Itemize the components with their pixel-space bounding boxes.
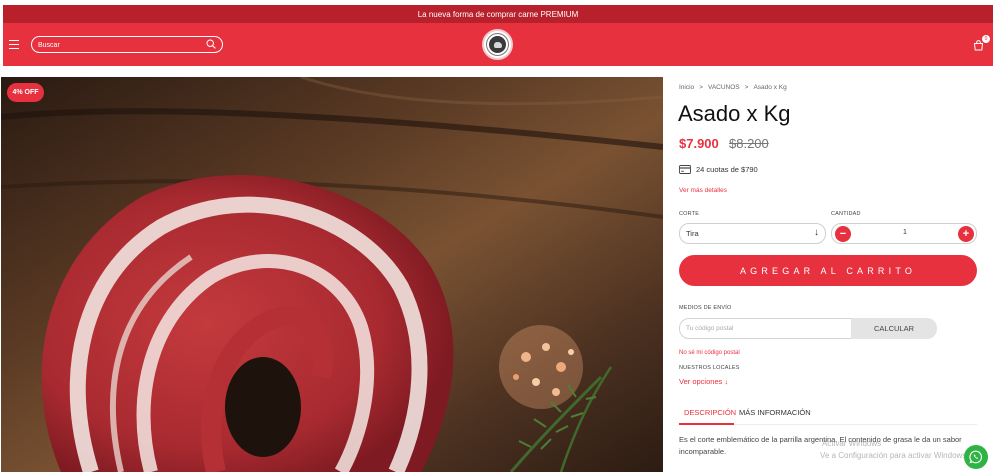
- breadcrumb: Inicio > VACUNOS > Asado x Kg: [679, 84, 787, 91]
- quantity-label: CANTIDAD: [831, 211, 861, 217]
- tab-more-info[interactable]: MÁS INFORMACIÓN: [739, 408, 811, 417]
- breadcrumb-home[interactable]: Inicio: [679, 84, 694, 91]
- site-header: 0: [3, 23, 993, 66]
- search-icon[interactable]: [206, 39, 216, 49]
- credit-card-icon: [679, 165, 691, 174]
- store-logo[interactable]: [482, 29, 513, 60]
- installments-text: 24 cuotas de $790: [696, 165, 758, 174]
- watermark-line-1: Activar Windows: [822, 439, 882, 448]
- product-price: $7.900: [679, 136, 719, 151]
- details-link[interactable]: Ver más detalles: [679, 187, 727, 194]
- whatsapp-icon: [969, 450, 982, 464]
- product-title: Asado x Kg: [678, 101, 791, 126]
- cut-select-value: Tira: [686, 229, 699, 238]
- view-options-link[interactable]: Ver opciones ↓: [679, 377, 728, 386]
- calculate-shipping-button[interactable]: CALCULAR: [851, 318, 937, 339]
- quantity-value[interactable]: 1: [892, 229, 918, 236]
- watermark-line-2: Ve a Configuración para activar Windows.: [820, 451, 969, 460]
- increase-quantity-button[interactable]: +: [958, 226, 974, 242]
- product-old-price: $8.200: [729, 136, 769, 151]
- no-postal-code-link[interactable]: No sé mi código postal: [679, 350, 740, 356]
- shipping-label: MEDIOS DE ENVÍO: [679, 305, 732, 311]
- discount-badge: 4% OFF: [7, 83, 44, 102]
- product-photo-illustration: [1, 77, 663, 472]
- search-input[interactable]: [38, 39, 198, 51]
- product-image[interactable]: [1, 77, 663, 472]
- product-tabs: DESCRIPCIÓN MÁS INFORMACIÓN: [679, 401, 977, 425]
- breadcrumb-category[interactable]: VACUNOS: [708, 84, 740, 91]
- tab-description[interactable]: DESCRIPCIÓN: [684, 408, 736, 417]
- stores-label: NUESTROS LOCALES: [679, 365, 740, 371]
- breadcrumb-current: Asado x Kg: [753, 84, 787, 91]
- arrow-down-icon: ↓: [814, 227, 819, 238]
- announcement-bar: La nueva forma de comprar carne PREMIUM: [3, 5, 993, 23]
- add-to-cart-button[interactable]: AGREGAR AL CARRITO: [679, 255, 977, 286]
- installments-info: 24 cuotas de $790: [679, 165, 758, 174]
- postal-code-input[interactable]: Tu código postal: [679, 318, 853, 339]
- search-box[interactable]: [31, 36, 223, 53]
- windows-activation-watermark: Activar Windows Ve a Configuración para …: [820, 438, 969, 462]
- active-tab-indicator: [679, 423, 734, 425]
- cart-count-badge: 0: [982, 35, 990, 43]
- announcement-text: La nueva forma de comprar carne PREMIUM: [417, 9, 579, 19]
- cut-label: CORTE: [679, 211, 700, 217]
- cut-select[interactable]: Tira ↓: [679, 223, 826, 244]
- quantity-stepper[interactable]: − 1 +: [831, 223, 977, 244]
- whatsapp-button[interactable]: [964, 445, 988, 469]
- menu-icon[interactable]: [9, 40, 19, 49]
- decrease-quantity-button[interactable]: −: [835, 226, 851, 242]
